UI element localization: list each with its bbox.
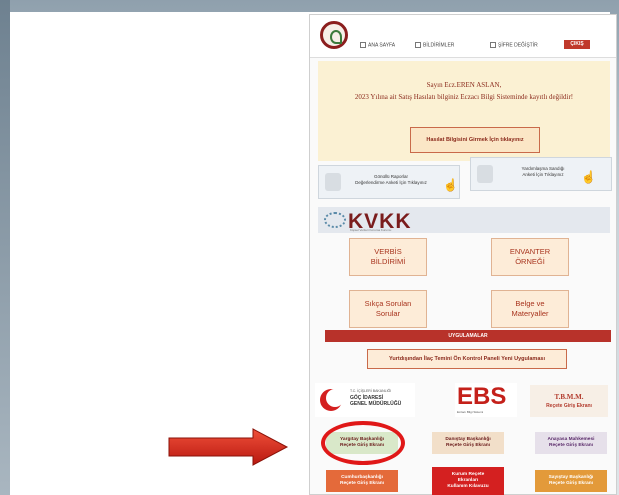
anayasa-line2: Reçete Giriş Ekranı xyxy=(549,443,593,448)
nav-change-password[interactable]: ŞİFRE DEĞİŞTİR xyxy=(490,42,538,48)
kvkk-banner[interactable]: KVKK Kişisel Verileri Koruma Kurumu xyxy=(318,207,610,233)
import-control-panel-button[interactable]: Yurtdışından İlaç Temini Ön Kontrol Pane… xyxy=(367,349,567,369)
bottom-link-3-line2: Reçete Giriş Ekranı xyxy=(549,481,593,486)
key-icon xyxy=(490,42,496,48)
documents-line1: Belge ve xyxy=(515,299,545,308)
institution-prescription-guide-link[interactable]: Kurum Reçete Ekranları Kullanım Kılavuzu xyxy=(432,467,504,495)
background-edge xyxy=(0,0,10,495)
anayasa-prescription-link[interactable]: Anayasa Mahkemesi Reçete Giriş Ekranı xyxy=(535,432,607,454)
fund-card-title: Yardımlaşma Sandığı xyxy=(521,166,565,171)
tbmm-subtitle: Reçete Giriş Ekranı xyxy=(546,403,592,409)
fund-card-subtitle: Anketi İçin Tıklayınız xyxy=(522,172,564,177)
pointer-arrow-icon xyxy=(168,428,289,466)
hand-cursor-icon: ☝ xyxy=(581,170,596,184)
kvkk-dots-icon xyxy=(324,212,346,228)
nav-home-label: ANA SAYFA xyxy=(368,42,396,49)
ebs-logo-text: EBS xyxy=(457,383,507,410)
migration-line1: T.C. İÇİŞLERİ BAKANLIĞI xyxy=(350,389,392,393)
bottom-link-1-line2: Reçete Giriş Ekranı xyxy=(340,481,384,486)
migration-line3: GENEL MÜDÜRLÜĞÜ xyxy=(350,401,402,407)
danistay-prescription-link[interactable]: Danıştay Başkanlığı Reçete Giriş Ekranı xyxy=(432,432,504,454)
ebs-subtitle: Eczacı Bilgi Sistemi xyxy=(457,410,484,414)
portal-header: ANA SAYFA BİLDİRİMLER ŞİFRE DEĞİŞTİR ÇIK… xyxy=(310,15,616,58)
exit-button[interactable]: ÇIKIŞ xyxy=(564,40,590,49)
crescent-icon xyxy=(320,389,344,411)
documents-button[interactable]: Belge ve Materyaller xyxy=(491,290,569,328)
chamber-logo-icon xyxy=(320,21,348,49)
inventory-line1: ENVANTER xyxy=(509,247,551,256)
tbmm-title: T.B.M.M. xyxy=(554,393,584,401)
fund-icon xyxy=(477,165,493,183)
home-icon xyxy=(360,42,366,48)
verbis-line2: BİLDİRİMİ xyxy=(370,257,406,266)
documents-line2: Materyaller xyxy=(511,309,549,318)
nav-home[interactable]: ANA SAYFA xyxy=(360,42,395,48)
survey-card-title: Gönüllü Raporlar xyxy=(373,174,409,179)
survey-card-fund[interactable]: Yardımlaşma Sandığı Anketi İçin Tıklayın… xyxy=(470,157,612,191)
survey-card-subtitle: Değerlendirme Anketi İçin Tıklayınız xyxy=(355,180,427,185)
guide-line3: Kullanım Kılavuzu xyxy=(447,484,489,489)
inventory-line2: ÖRNEĞİ xyxy=(515,257,545,266)
survey-card-reports[interactable]: Gönüllü Raporlar Değerlendirme Anketi İç… xyxy=(318,165,460,199)
faq-line2: Sorular xyxy=(375,309,401,318)
danistay-line2: Reçete Giriş Ekranı xyxy=(446,443,490,448)
verbis-button[interactable]: VERBİS BİLDİRİMİ xyxy=(349,238,427,276)
survey-icon xyxy=(325,173,341,191)
revenue-notice: Sayın Ecz.EREN ASLAN, 2023 Yılına ait Sa… xyxy=(318,61,610,161)
faq-line1: Sıkça Sorulan xyxy=(364,299,412,308)
tbmm-prescription-link[interactable]: T.B.M.M. Reçete Giriş Ekranı xyxy=(530,385,608,417)
hand-cursor-icon: ☝ xyxy=(443,178,458,192)
notice-greeting: Sayın Ecz.EREN ASLAN, xyxy=(426,81,502,89)
nav-change-password-label: ŞİFRE DEĞİŞTİR xyxy=(498,42,538,49)
verbis-line1: VERBİS xyxy=(374,247,402,256)
bottom-prescription-link-3[interactable]: Sayıştay Başkanlığı Reçete Giriş Ekranı xyxy=(535,470,607,492)
applications-header: UYGULAMALAR xyxy=(325,330,611,342)
migration-admin-logo[interactable]: T.C. İÇİŞLERİ BAKANLIĞI GÖÇ İDARESİ GENE… xyxy=(315,383,415,417)
highlight-circle xyxy=(321,421,405,465)
enter-revenue-button[interactable]: Hasılat Bilgisini Girmek İçin tıklayınız xyxy=(410,127,540,153)
inventory-button[interactable]: ENVANTER ÖRNEĞİ xyxy=(491,238,569,276)
kvkk-tagline: Kişisel Verileri Koruma Kurumu xyxy=(350,228,392,232)
notice-message: 2023 Yılına ait Satış Hasılatı bilginiz … xyxy=(354,93,574,101)
bell-icon xyxy=(415,42,421,48)
ebs-logo[interactable]: EBS Eczacı Bilgi Sistemi xyxy=(455,383,517,417)
nav-notifications[interactable]: BİLDİRİMLER xyxy=(415,42,454,48)
nav-notifications-label: BİLDİRİMLER xyxy=(423,42,455,49)
bottom-prescription-link-1[interactable]: Cumhurbaşkanlığı Reçete Giriş Ekranı xyxy=(326,470,398,492)
faq-button[interactable]: Sıkça Sorulan Sorular xyxy=(349,290,427,328)
